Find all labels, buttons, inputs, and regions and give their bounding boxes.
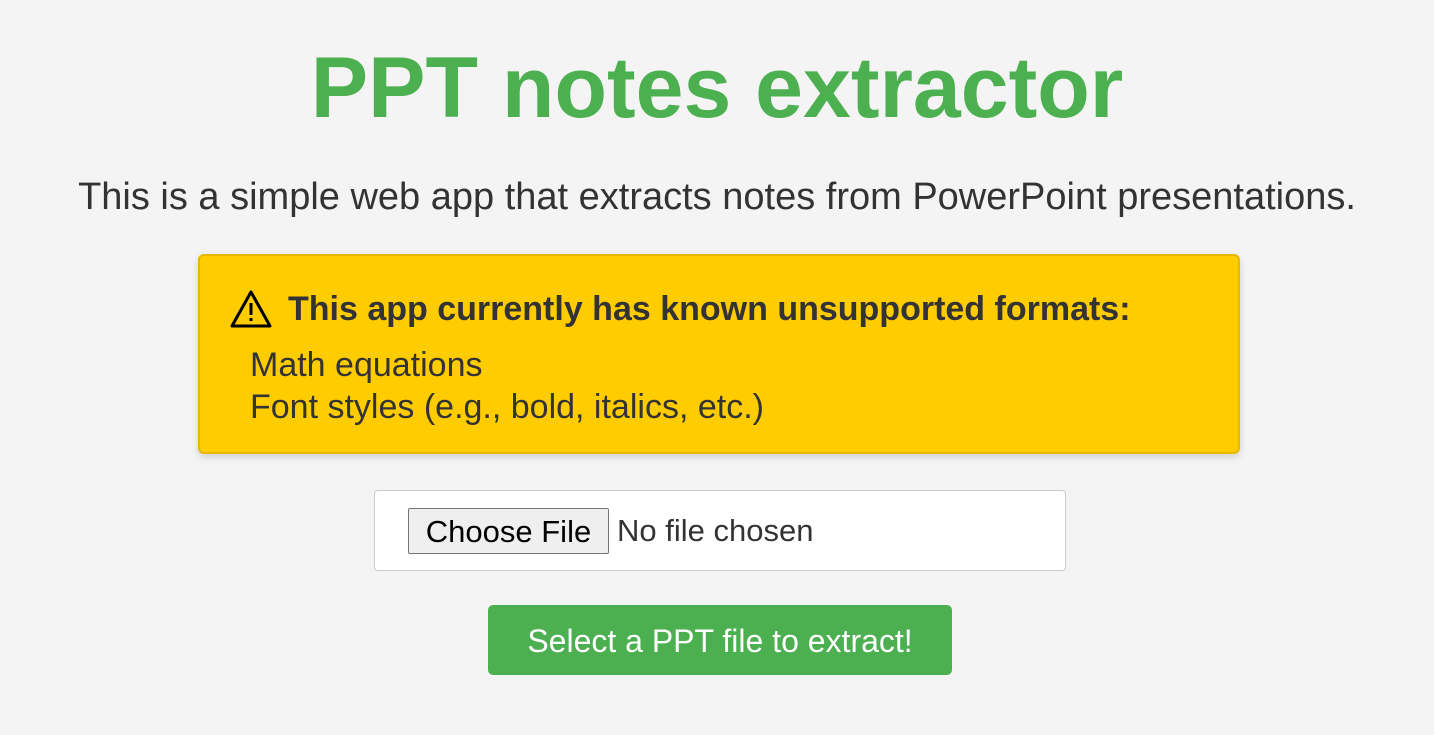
list-item: Font styles (e.g., bold, italics, etc.) (250, 388, 764, 426)
choose-file-button[interactable]: Choose File (408, 508, 609, 554)
file-status-text: No file chosen (617, 513, 814, 548)
warning-list: Math equations Font styles (e.g., bold, … (250, 344, 764, 428)
warning-triangle-icon (230, 289, 272, 329)
list-item: Math equations (250, 346, 483, 384)
page: PPT notes extractor This is a simple web… (0, 0, 1434, 735)
page-title: PPT notes extractor (310, 40, 1124, 136)
extract-submit-button[interactable]: Select a PPT file to extract! (488, 605, 952, 675)
warning-box: This app currently has known unsupported… (198, 254, 1240, 454)
warning-title: This app currently has known unsupported… (288, 290, 1131, 328)
page-subtitle: This is a simple web app that extracts n… (78, 176, 1356, 218)
warning-header: This app currently has known unsupported… (230, 288, 1131, 330)
file-input-container: Choose File No file chosen (374, 490, 1066, 571)
